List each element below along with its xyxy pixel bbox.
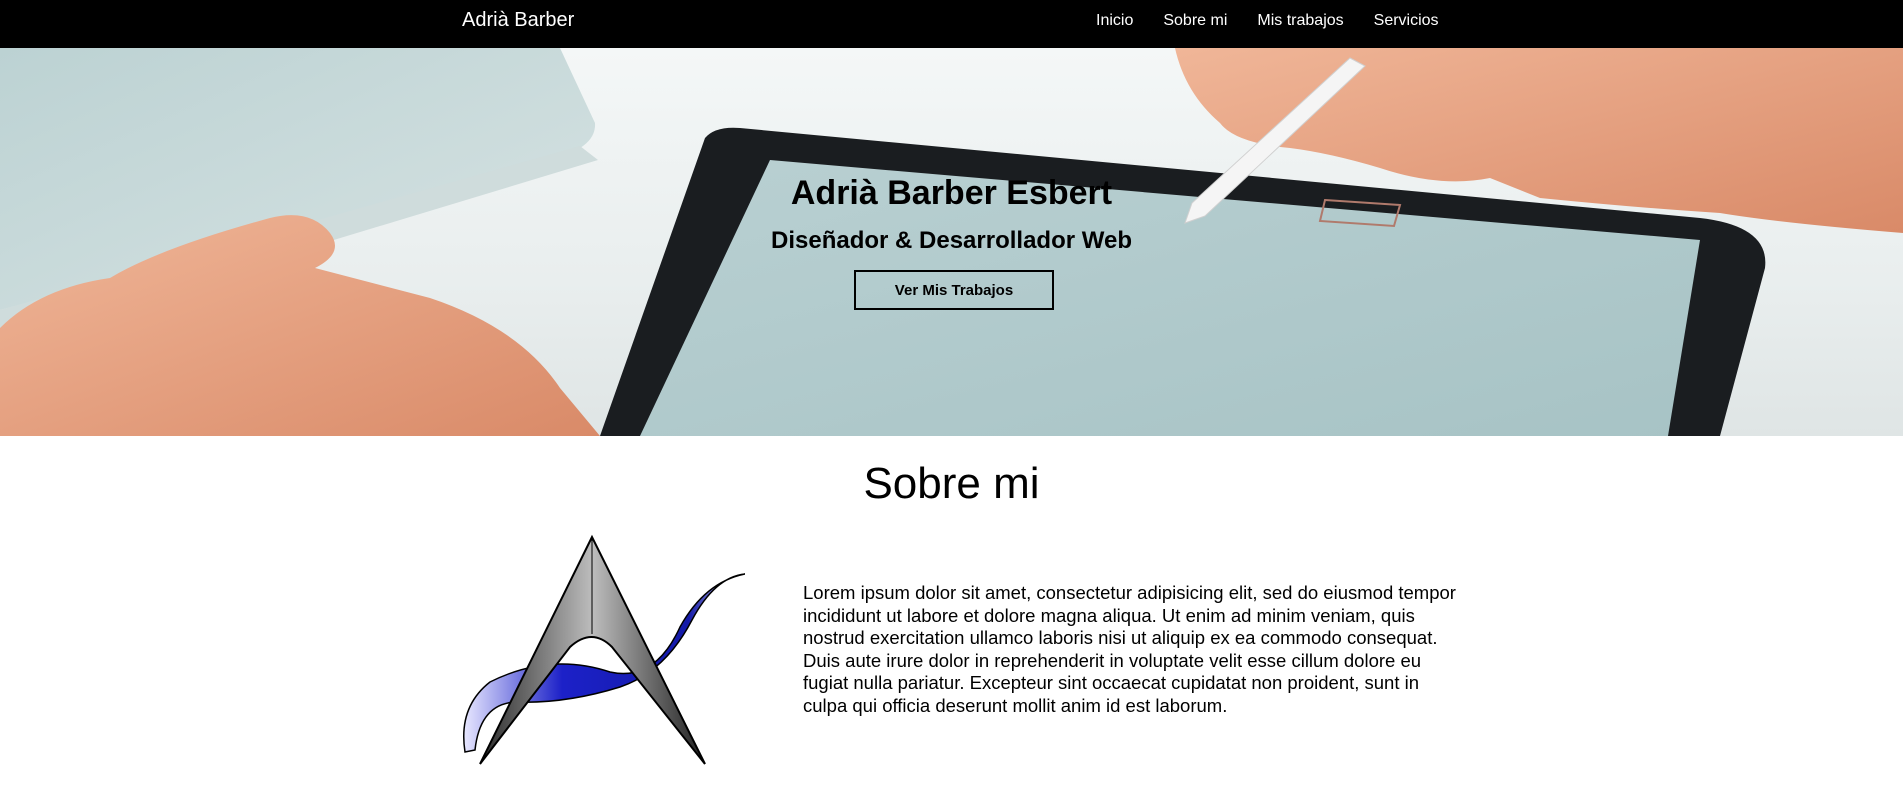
nav-link-inicio[interactable]: Inicio: [1096, 12, 1133, 29]
nav-item-inicio: Inicio: [1096, 12, 1133, 34]
nav-link-servicios[interactable]: Servicios: [1374, 12, 1439, 29]
ab-monogram-logo-icon: [463, 534, 745, 765]
nav-item-sobre-mi: Sobre mi: [1163, 12, 1227, 34]
hero-section: Adrià Barber Esbert Diseñador & Desarrol…: [0, 48, 1903, 436]
nav-link-mis-trabajos[interactable]: Mis trabajos: [1257, 12, 1343, 29]
nav-item-servicios: Servicios: [1374, 12, 1439, 34]
navbar: Adrià Barber Inicio Sobre mi Mis trabajo…: [0, 0, 1903, 48]
about-paragraph: Lorem ipsum dolor sit amet, consectetur …: [803, 582, 1456, 716]
about-title: Sobre mi: [863, 459, 1040, 508]
view-works-button[interactable]: Ver Mis Trabajos: [854, 270, 1054, 310]
hero-subtitle: Diseñador & Desarrollador Web: [771, 227, 1132, 254]
nav-item-mis-trabajos: Mis trabajos: [1257, 12, 1343, 34]
brand-link[interactable]: Adrià Barber: [462, 9, 574, 32]
nav-link-sobre-mi[interactable]: Sobre mi: [1163, 12, 1227, 29]
nav-links: Inicio Sobre mi Mis trabajos Servicios: [1096, 12, 1439, 34]
hero-title: Adrià Barber Esbert: [790, 174, 1113, 212]
